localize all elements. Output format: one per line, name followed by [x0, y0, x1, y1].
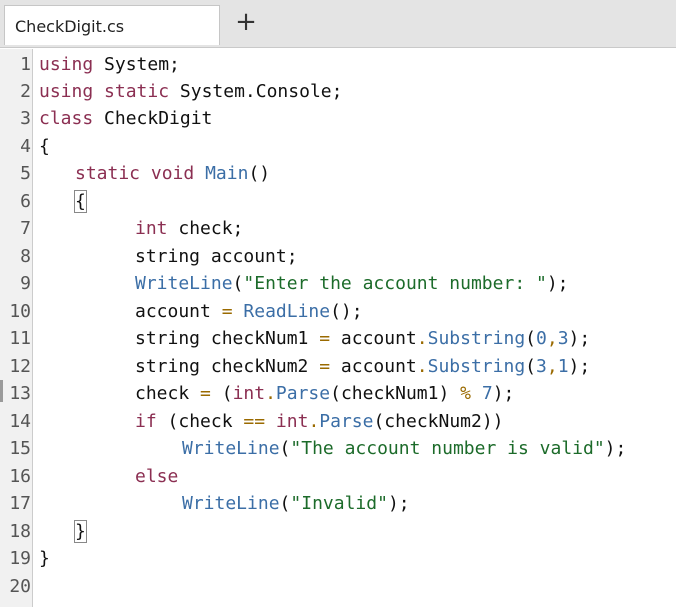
tab-title: CheckDigit.cs: [15, 17, 125, 36]
line-number: 4: [20, 136, 31, 157]
code-line-10: account = ReadLine();: [135, 301, 363, 322]
line-number: 10: [9, 301, 31, 322]
code-line-16: else: [135, 466, 179, 487]
tab-bar: CheckDigit.cs +: [0, 0, 676, 48]
code-line-15: WriteLine("The account number is valid")…: [182, 438, 627, 459]
code-line-2: using static System.Console;: [39, 81, 343, 102]
code-line-12: string checkNum2 = account.Substring(3,1…: [135, 356, 591, 377]
matched-brace: }: [74, 520, 87, 543]
tab-checkdigit-cs[interactable]: CheckDigit.cs: [4, 5, 220, 45]
code-line-14: if (check == int.Parse(checkNum2)): [135, 411, 504, 432]
code-line-13: check = (int.Parse(checkNum1) % 7);: [135, 383, 515, 404]
line-number: 8: [20, 246, 31, 267]
code-line-3: class CheckDigit: [39, 108, 213, 129]
code-line-6: {: [74, 188, 87, 215]
code-line-8: string account;: [135, 246, 298, 267]
code-line-9: WriteLine("Enter the account number: ");: [135, 273, 569, 294]
code-line-17: WriteLine("Invalid");: [182, 493, 410, 514]
code-line-4: {: [39, 136, 50, 157]
code-line-11: string checkNum1 = account.Substring(0,3…: [135, 328, 591, 349]
line-number: 20: [9, 576, 31, 597]
line-number: 16: [9, 466, 31, 487]
line-number: 3: [20, 108, 31, 129]
line-number: 1: [20, 54, 31, 75]
line-number: 5: [20, 163, 31, 184]
line-number: 13: [9, 383, 31, 404]
line-number: 18: [9, 521, 31, 542]
line-number: 17: [9, 493, 31, 514]
line-number: 15: [9, 438, 31, 459]
line-number: 14: [9, 411, 31, 432]
code-line-18: }: [74, 518, 87, 545]
add-tab-button[interactable]: +: [232, 6, 260, 38]
line-number: 2: [20, 81, 31, 102]
code-line-19: }: [39, 548, 50, 569]
matched-brace: {: [74, 190, 87, 213]
code-line-1: using System;: [39, 54, 180, 75]
code-line-5: static void Main(): [75, 163, 271, 184]
line-number: 6: [20, 191, 31, 212]
code-line-7: int check;: [135, 218, 244, 239]
line-number-gutter: 1 2 3 4 5 6 7 8 9 10 11 12 13 14 15 16 1…: [0, 49, 33, 607]
line-number: 7: [20, 218, 31, 239]
gutter-change-marker: [0, 380, 3, 402]
line-number: 12: [9, 356, 31, 377]
line-number: 11: [9, 328, 31, 349]
code-editor[interactable]: 1 2 3 4 5 6 7 8 9 10 11 12 13 14 15 16 1…: [0, 49, 676, 607]
line-number: 9: [20, 273, 31, 294]
line-number: 19: [9, 548, 31, 569]
